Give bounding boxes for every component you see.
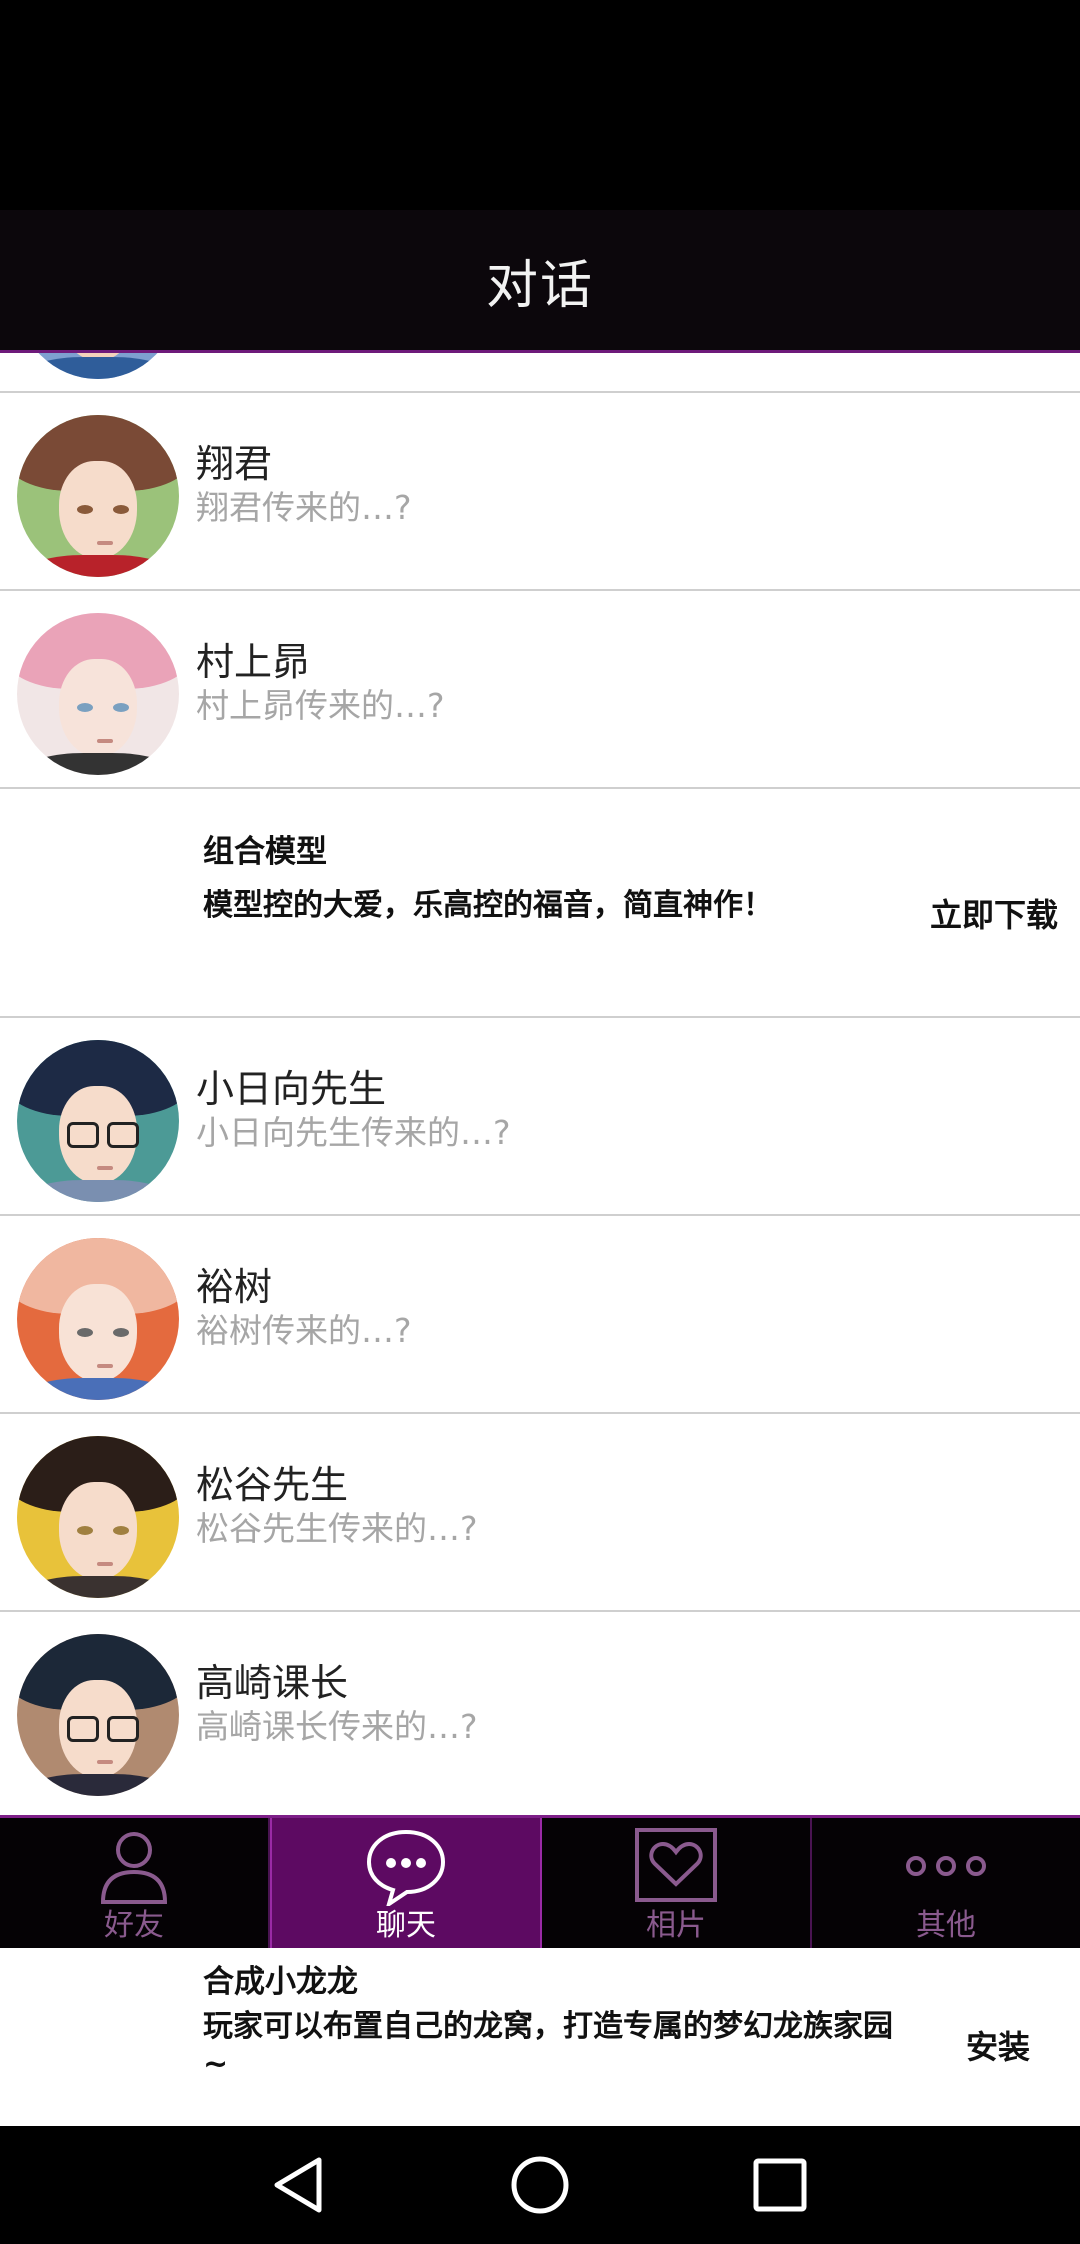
status-bar bbox=[0, 0, 1080, 210]
message-preview: 高崎课长传来的…? bbox=[196, 1707, 478, 1746]
contact-name: 裕树 bbox=[196, 1265, 273, 1309]
system-nav-bar bbox=[0, 2126, 1080, 2244]
tab-bar: 好友 聊天 相片 其他 bbox=[0, 1815, 1080, 1948]
chat-bubble-icon bbox=[366, 1829, 446, 1906]
avatar bbox=[17, 613, 179, 775]
contact-name: 高崎课长 bbox=[196, 1661, 349, 1705]
list-item[interactable]: 高崎课长 高崎课长传来的…? bbox=[0, 1612, 1080, 1810]
page-title: 对话 bbox=[485, 255, 594, 316]
message-preview: 裕树传来的…? bbox=[196, 1311, 412, 1350]
message-preview: 翔君传来的…? bbox=[196, 488, 412, 527]
list-item[interactable]: 裕树 裕树传来的…? bbox=[0, 1216, 1080, 1414]
tab-label: 其他 bbox=[916, 1908, 976, 1943]
tab-label: 相片 bbox=[646, 1908, 706, 1943]
ad-banner[interactable]: 组合模型 模型控的大爱，乐高控的福音，简直神作！ 立即下载 bbox=[0, 820, 1080, 1018]
more-dots-icon bbox=[906, 1856, 986, 1876]
list-item[interactable]: 松谷先生 松谷先生传来的…? bbox=[0, 1414, 1080, 1612]
back-icon[interactable] bbox=[261, 2148, 335, 2222]
contact-name: 村上昴 bbox=[196, 640, 311, 684]
contact-name: 小日向先生 bbox=[196, 1067, 387, 1111]
ad-description: 玩家可以布置自己的龙窝，打造专属的梦幻龙族家园~ bbox=[203, 2009, 893, 2082]
avatar bbox=[17, 1634, 179, 1796]
contact-name: 松谷先生 bbox=[196, 1463, 349, 1507]
avatar bbox=[17, 1040, 179, 1202]
message-preview: 村上昴传来的…? bbox=[196, 686, 445, 725]
header: 对话 bbox=[0, 210, 1080, 353]
ad-title: 合成小龙龙 bbox=[203, 1964, 358, 2000]
tab-label: 聊天 bbox=[376, 1908, 436, 1943]
ad-title: 组合模型 bbox=[203, 834, 327, 870]
list-item[interactable] bbox=[0, 353, 1080, 393]
recents-icon[interactable] bbox=[743, 2148, 817, 2222]
tab-photos[interactable]: 相片 bbox=[542, 1818, 812, 1948]
avatar bbox=[17, 1436, 179, 1598]
person-icon bbox=[100, 1832, 168, 1904]
download-button[interactable]: 立即下载 bbox=[930, 890, 1058, 936]
tab-chat[interactable]: 聊天 bbox=[270, 1818, 542, 1948]
tab-other[interactable]: 其他 bbox=[812, 1818, 1080, 1948]
contact-name: 翔君 bbox=[196, 442, 273, 486]
avatar bbox=[17, 1238, 179, 1400]
tab-label: 好友 bbox=[104, 1908, 164, 1943]
list-item[interactable]: 村上昴 村上昴传来的…? bbox=[0, 591, 1080, 789]
message-preview: 小日向先生传来的…? bbox=[196, 1113, 511, 1152]
avatar bbox=[17, 415, 179, 577]
message-preview: 松谷先生传来的…? bbox=[196, 1509, 478, 1548]
avatar bbox=[17, 353, 179, 379]
list-item[interactable]: 小日向先生 小日向先生传来的…? bbox=[0, 1018, 1080, 1216]
ad-description: 模型控的大爱，乐高控的福音，简直神作！ bbox=[203, 888, 773, 923]
conversation-list[interactable]: 翔君 翔君传来的…? 村上昴 村上昴传来的…? 组合模型 模型控的大爱，乐高控的… bbox=[0, 353, 1080, 1815]
bottom-ad-banner[interactable]: 合成小龙龙 玩家可以布置自己的龙窝，打造专属的梦幻龙族家园~ 安装 bbox=[0, 1948, 1080, 2126]
heart-photo-icon bbox=[635, 1828, 717, 1902]
install-button[interactable]: 安装 bbox=[966, 2022, 1030, 2068]
list-item[interactable]: 翔君 翔君传来的…? bbox=[0, 393, 1080, 591]
tab-friends[interactable]: 好友 bbox=[0, 1818, 270, 1948]
home-icon[interactable] bbox=[503, 2148, 577, 2222]
